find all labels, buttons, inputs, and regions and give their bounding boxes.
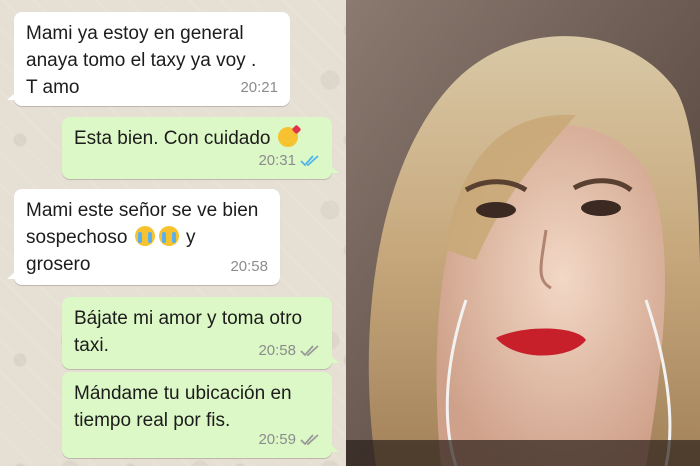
portrait-photo — [346, 0, 700, 466]
bubble-tail — [330, 165, 339, 173]
message-bubble-outgoing[interactable]: Mándame tu ubicación en tiempo real por … — [62, 372, 339, 458]
message-time: 20:58 — [258, 342, 296, 359]
bubble-tail — [7, 271, 16, 279]
message-text-part: Esta bien. Con cuidado — [74, 128, 271, 149]
portrait-illustration — [346, 0, 700, 466]
message-time: 20:21 — [240, 79, 278, 96]
bubble-tail — [330, 444, 339, 452]
message-time: 20:59 — [258, 431, 296, 448]
delivered-double-tick-icon — [300, 344, 319, 356]
bubble-tail — [330, 355, 339, 363]
bubble-tail — [7, 92, 16, 100]
delivered-double-tick-icon — [300, 433, 319, 445]
kissing-face-emoji-icon — [277, 127, 298, 147]
message-meta: 20:58 — [230, 253, 268, 280]
read-double-tick-icon — [300, 154, 319, 166]
message-meta: 20:59 — [258, 426, 320, 453]
message-bubble-incoming[interactable]: Mami este señor se ve bien sospechoso y … — [7, 189, 280, 285]
message-meta: 20:21 — [240, 74, 278, 101]
crying-face-emoji-icon — [134, 226, 155, 246]
message-time: 20:31 — [258, 152, 296, 169]
message-bubble-outgoing[interactable]: Bájate mi amor y toma otro taxi. 20:58 — [62, 297, 339, 369]
chat-conversation: Mami ya estoy en general anaya tomo el t… — [0, 0, 346, 466]
message-time: 20:58 — [230, 258, 268, 275]
left-eye — [476, 202, 516, 218]
right-eye — [581, 200, 621, 216]
message-meta: 20:31 — [258, 147, 320, 174]
message-meta: 20:58 — [258, 337, 320, 364]
message-bubble-incoming[interactable]: Mami ya estoy en general anaya tomo el t… — [7, 12, 290, 106]
message-bubble-outgoing[interactable]: Esta bien. Con cuidado 20:31 — [62, 117, 339, 179]
crying-face-emoji-icon — [158, 226, 179, 246]
